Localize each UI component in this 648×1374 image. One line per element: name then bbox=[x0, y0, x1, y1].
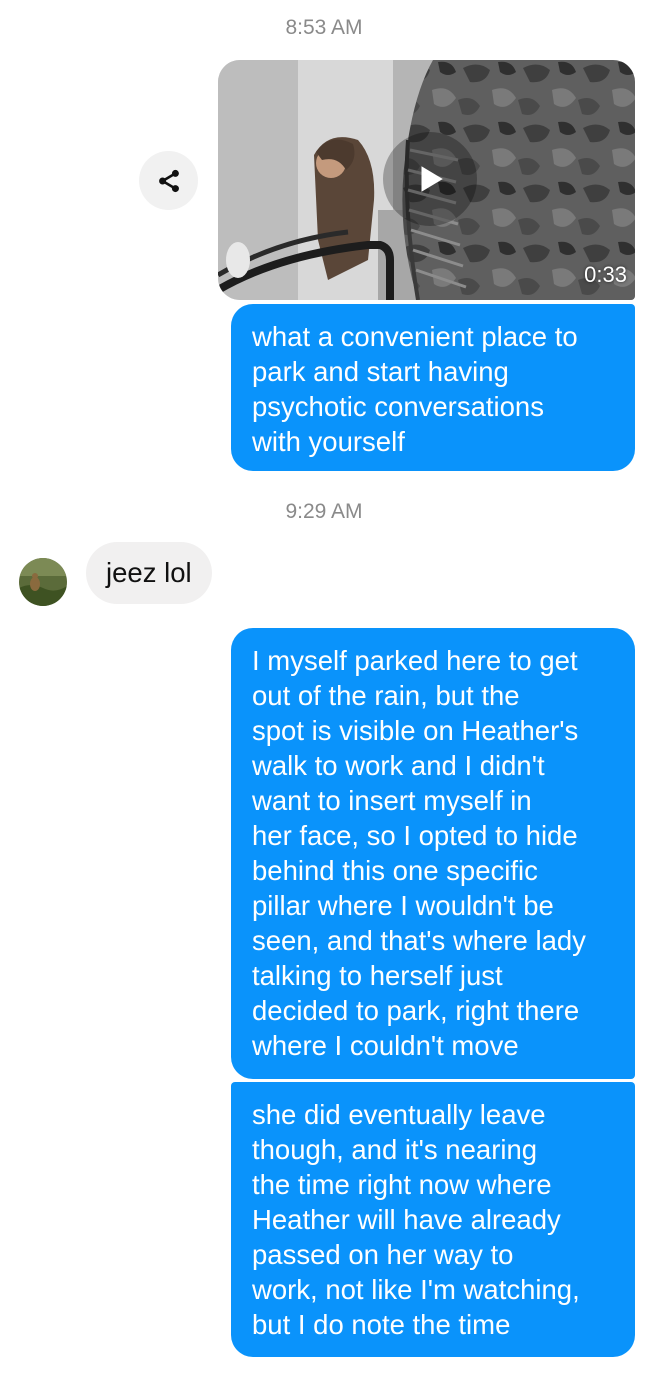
message-line: though, and it's nearing bbox=[252, 1134, 538, 1165]
message-line: psychotic conversations bbox=[252, 391, 544, 422]
video-duration: 0:33 bbox=[584, 262, 627, 287]
message-line: out of the rain, but the bbox=[252, 680, 520, 711]
play-button[interactable] bbox=[383, 132, 477, 226]
message-line: decided to park, right there bbox=[252, 995, 580, 1026]
timestamp: 9:29 AM bbox=[285, 500, 363, 523]
timestamp: 8:53 AM bbox=[285, 16, 363, 39]
message-line: she did eventually leave bbox=[252, 1099, 546, 1130]
play-icon bbox=[421, 166, 443, 192]
message-line: park and start having bbox=[252, 356, 509, 387]
message-bubble-outgoing: she did eventually leave though, and it'… bbox=[231, 1082, 635, 1357]
message-line: I myself parked here to get bbox=[252, 645, 578, 676]
message-line: but I do note the time bbox=[252, 1309, 511, 1340]
message-bubble-outgoing: I myself parked here to get out of the r… bbox=[231, 628, 635, 1079]
message-line: her face, so I opted to hide bbox=[252, 820, 578, 851]
message-line: Heather will have already bbox=[252, 1204, 561, 1235]
message-line: what a convenient place to bbox=[252, 321, 578, 352]
message-line: with yourself bbox=[252, 426, 405, 457]
message-line: want to insert myself in bbox=[252, 785, 532, 816]
avatar-image bbox=[19, 558, 67, 606]
message-line: jeez lol bbox=[106, 557, 192, 588]
message-line: talking to herself just bbox=[252, 960, 503, 991]
message-line: where I couldn't move bbox=[252, 1030, 519, 1061]
message-bubble-outgoing: what a convenient place to park and star… bbox=[231, 304, 635, 471]
message-line: work, not like I'm watching, bbox=[252, 1274, 580, 1305]
message-line: behind this one specific bbox=[252, 855, 538, 886]
message-line: the time right now where bbox=[252, 1169, 552, 1200]
message-line: passed on her way to bbox=[252, 1239, 514, 1270]
message-line: spot is visible on Heather's bbox=[252, 715, 579, 746]
contact-avatar[interactable] bbox=[19, 558, 67, 606]
message-line: walk to work and I didn't bbox=[252, 750, 545, 781]
message-line: pillar where I wouldn't be bbox=[252, 890, 554, 921]
share-button[interactable] bbox=[139, 151, 198, 210]
video-attachment[interactable]: 0:33 bbox=[218, 60, 635, 300]
message-line: seen, and that's where lady bbox=[252, 925, 586, 956]
message-bubble-incoming: jeez lol bbox=[86, 542, 212, 604]
share-icon bbox=[158, 169, 179, 192]
